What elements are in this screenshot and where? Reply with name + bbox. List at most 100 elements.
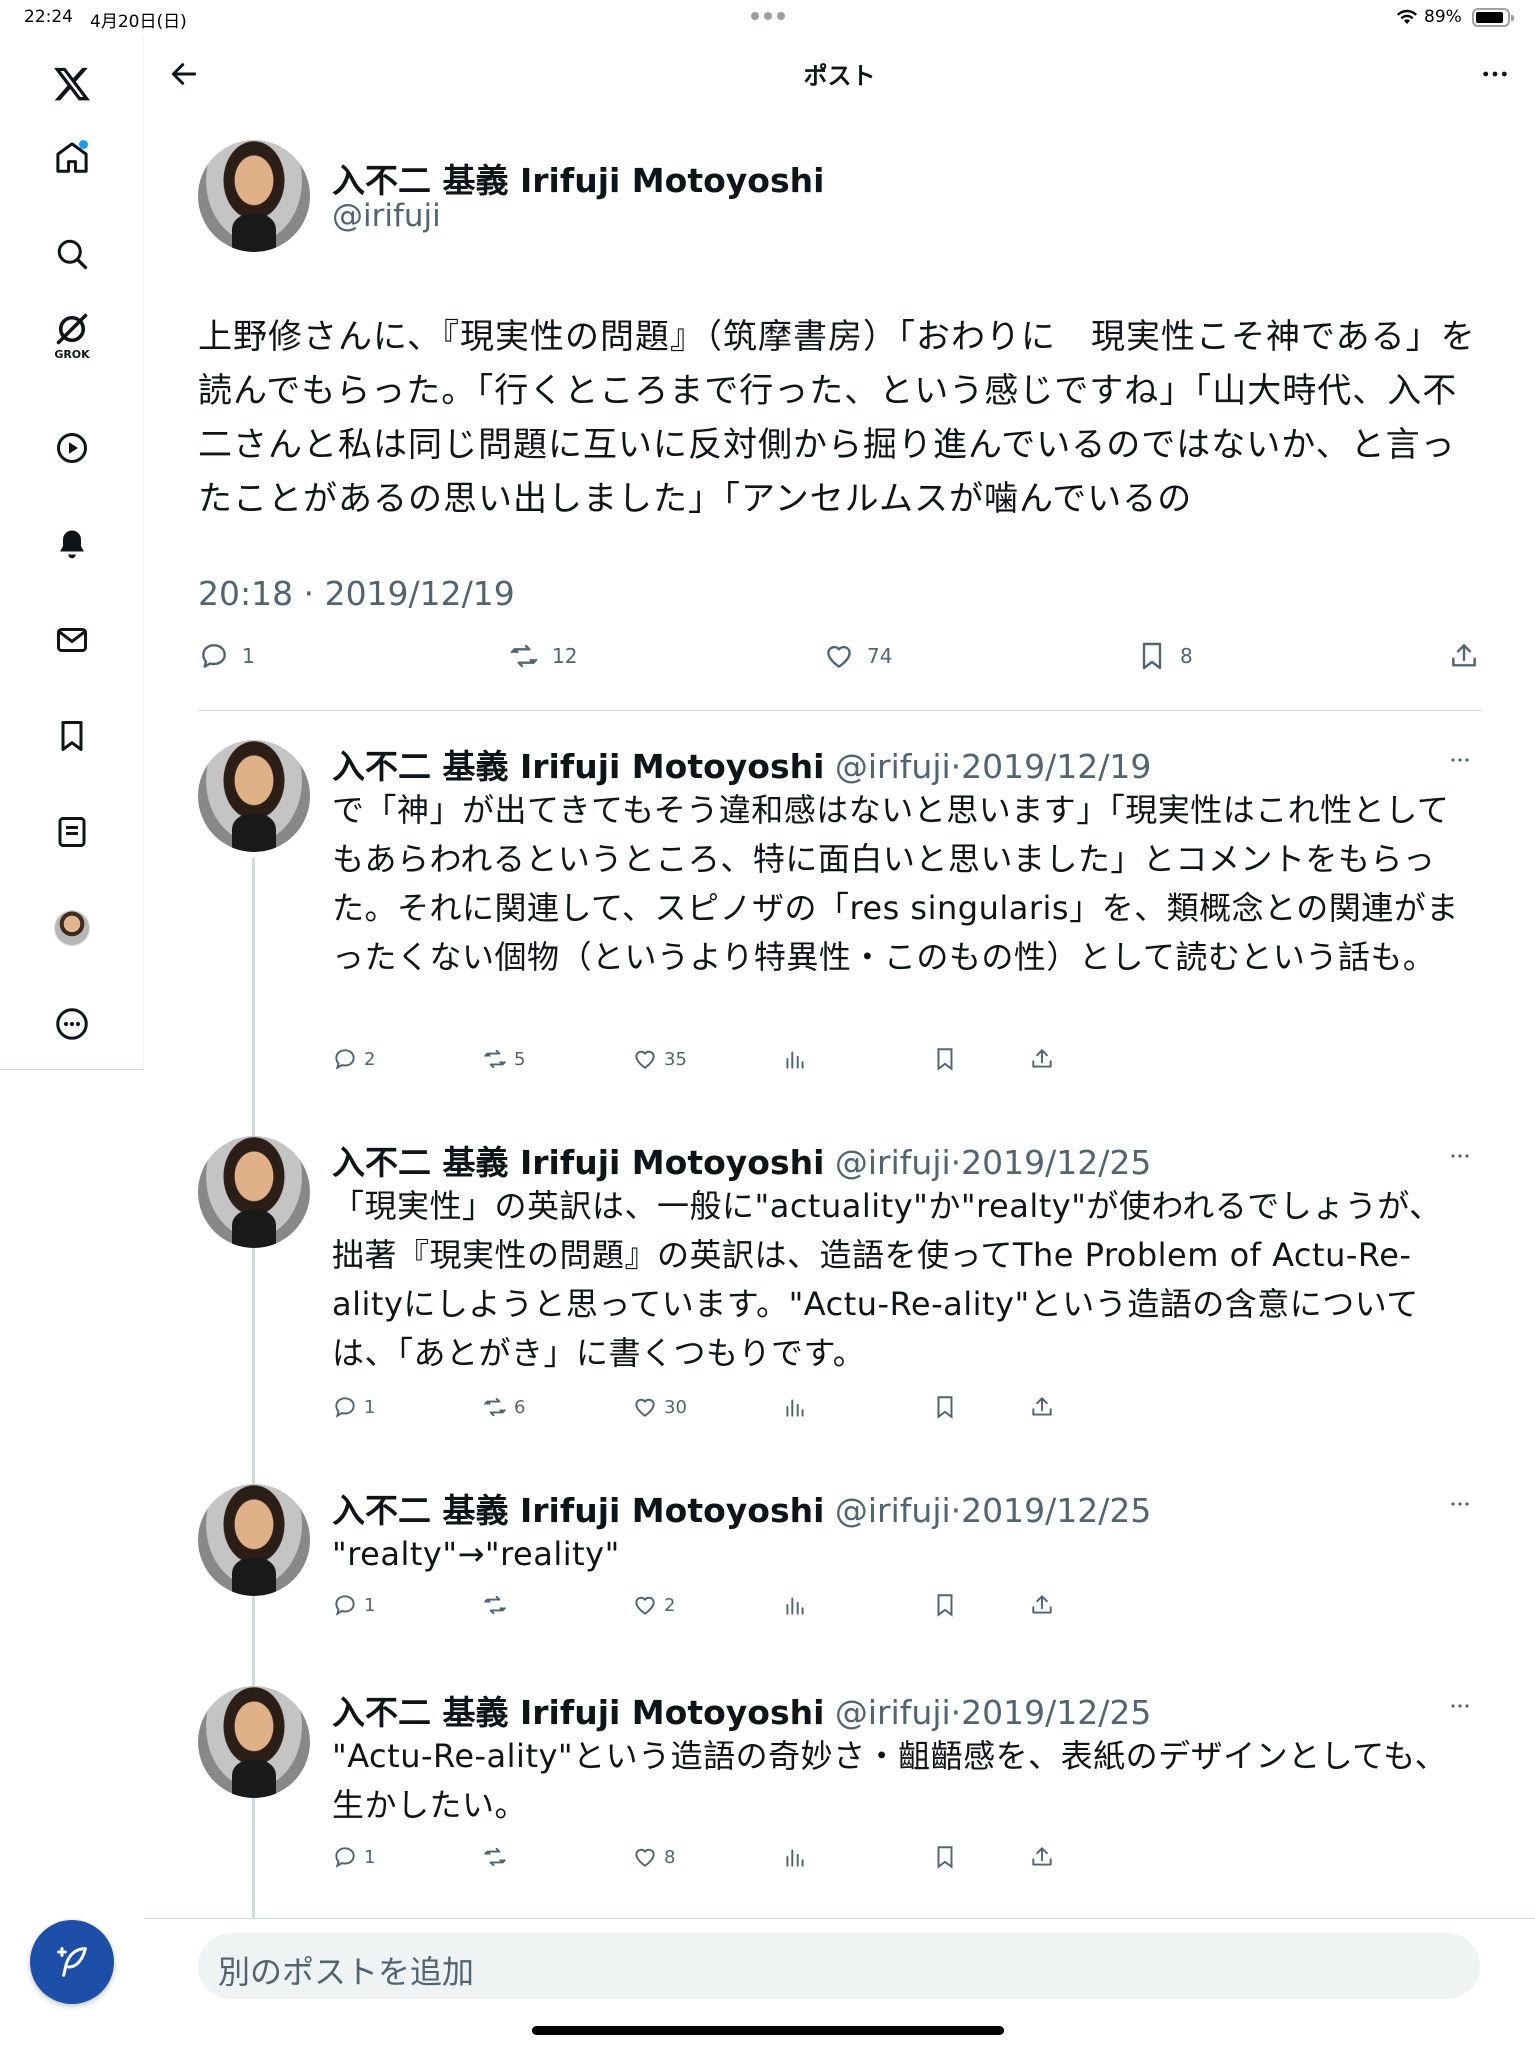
sidebar: GROK <box>0 36 144 1070</box>
more-options-circle-icon[interactable] <box>44 996 100 1052</box>
share-button[interactable] <box>1029 1394 1055 1420</box>
more-horizontal-icon[interactable] <box>1442 1486 1478 1522</box>
like-count: 8 <box>664 1846 676 1868</box>
messages-mail-icon[interactable] <box>44 612 100 668</box>
reply-post[interactable]: 入不二 基義 Irifuji Motoyoshi @irifuji·2019/1… <box>198 1484 1488 1634</box>
repost-button[interactable]: 6 <box>482 1394 525 1420</box>
reply-count: 2 <box>364 1048 376 1070</box>
bookmark-icon <box>1142 642 1162 670</box>
share-icon <box>1032 1847 1052 1866</box>
views-button[interactable] <box>782 1592 808 1618</box>
battery-icon <box>1472 8 1514 27</box>
author-name[interactable]: 入不二 基義 Irifuji Motoyoshi <box>332 1143 824 1182</box>
like-button[interactable]: 74 <box>823 640 892 672</box>
post-timestamp[interactable]: 20:18 · 2019/12/19 <box>198 574 515 613</box>
search-icon[interactable] <box>44 226 100 282</box>
reply-post[interactable]: 入不二 基義 Irifuji Motoyoshi @irifuji·2019/1… <box>198 1136 1488 1436</box>
reply-button[interactable]: 1 <box>332 1844 375 1870</box>
more-horizontal-icon[interactable] <box>1442 1688 1478 1724</box>
reply-count: 1 <box>364 1594 376 1616</box>
avatar[interactable] <box>198 140 310 252</box>
separator: · <box>950 747 962 786</box>
status-date: 4月20日(日) <box>90 12 187 32</box>
views-button[interactable] <box>782 1844 808 1870</box>
reply-button[interactable]: 1 <box>332 1592 375 1618</box>
bookmark-button[interactable] <box>932 1592 958 1618</box>
share-button[interactable] <box>1029 1046 1055 1072</box>
author-handle[interactable]: @irifuji <box>835 1491 951 1530</box>
views-bar-chart-icon <box>786 1597 804 1615</box>
reply-post[interactable]: 入不二 基義 Irifuji Motoyoshi @irifuji·2019/1… <box>198 740 1488 1080</box>
bookmarks-icon[interactable] <box>44 708 100 764</box>
avatar[interactable] <box>198 1484 310 1596</box>
author-name[interactable]: 入不二 基義 Irifuji Motoyoshi <box>332 1491 824 1530</box>
home-icon[interactable] <box>44 130 100 186</box>
separator: · <box>950 1491 962 1530</box>
avatar[interactable] <box>198 1686 310 1798</box>
repost-button[interactable]: 12 <box>508 640 577 672</box>
separator: · <box>950 1143 962 1182</box>
repost-button[interactable] <box>482 1844 514 1870</box>
grok-label: GROK <box>54 348 90 361</box>
like-button[interactable]: 2 <box>632 1592 675 1618</box>
author-handle[interactable]: @irifuji <box>332 198 441 234</box>
add-post-input[interactable]: 別のポストを追加 <box>198 1933 1480 1999</box>
views-button[interactable] <box>782 1394 808 1420</box>
more-horizontal-icon[interactable] <box>1475 54 1515 94</box>
more-horizontal-icon[interactable] <box>1442 742 1478 778</box>
grok-icon[interactable]: GROK <box>44 308 100 364</box>
multitasking-dots-icon[interactable] <box>751 12 785 22</box>
author-name[interactable]: 入不二 基義 Irifuji Motoyoshi <box>332 154 824 202</box>
bookmark-button[interactable] <box>932 1046 958 1072</box>
reply-button[interactable]: 1 <box>332 1394 375 1420</box>
author-handle[interactable]: @irifuji <box>835 747 951 786</box>
share-button[interactable] <box>1029 1844 1055 1870</box>
share-button[interactable] <box>1029 1592 1055 1618</box>
video-play-icon[interactable] <box>44 420 100 476</box>
reply-text: 「現実性」の英訳は、一般に"actuality"か"realty"が使われるでし… <box>332 1187 1442 1372</box>
post-date[interactable]: 2019/12/25 <box>961 1693 1151 1732</box>
author-name[interactable]: 入不二 基義 Irifuji Motoyoshi <box>332 747 824 786</box>
reply-post[interactable]: 入不二 基義 Irifuji Motoyoshi @irifuji·2019/1… <box>198 1686 1488 1886</box>
post-date[interactable]: 2019/12/25 <box>961 1491 1151 1530</box>
avatar[interactable] <box>198 740 310 852</box>
repost-button[interactable]: 5 <box>482 1046 525 1072</box>
profile-avatar-icon[interactable] <box>44 900 100 956</box>
reply-count: 1 <box>364 1846 376 1868</box>
like-button[interactable]: 30 <box>632 1394 687 1420</box>
post-date[interactable]: 2019/12/25 <box>961 1143 1151 1182</box>
reply-icon <box>335 1397 355 1418</box>
reply-count: 1 <box>242 644 255 668</box>
bookmark-button[interactable]: 8 <box>1136 640 1193 672</box>
post-text: 上野修さんに、『現実性の問題』（筑摩書房）「おわりに 現実性こそ神である」を読ん… <box>198 317 1476 519</box>
avatar[interactable] <box>198 1136 310 1248</box>
views-button[interactable] <box>782 1046 808 1072</box>
share-button[interactable] <box>1448 640 1480 672</box>
heart-icon <box>635 1848 655 1867</box>
author-handle[interactable]: @irifuji <box>835 1693 951 1732</box>
compose-post-button[interactable] <box>30 1920 114 2004</box>
separator: · <box>950 1693 962 1732</box>
x-logo-icon[interactable] <box>44 56 100 112</box>
like-count: 2 <box>664 1594 676 1616</box>
repost-button[interactable] <box>482 1592 514 1618</box>
bookmark-button[interactable] <box>932 1844 958 1870</box>
like-button[interactable]: 35 <box>632 1046 687 1072</box>
more-horizontal-icon[interactable] <box>1442 1138 1478 1174</box>
reply-text: で「神」が出てきてもそう違和感はないと思います」「現実性はこれ性としてもあらわれ… <box>332 791 1459 976</box>
reply-text: "realty"→"reality" <box>332 1535 620 1573</box>
author-name[interactable]: 入不二 基義 Irifuji Motoyoshi <box>332 1693 824 1732</box>
reply-button[interactable]: 2 <box>332 1046 375 1072</box>
author-handle[interactable]: @irifuji <box>835 1143 951 1182</box>
post-date[interactable]: 2019/12/19 <box>961 747 1151 786</box>
bookmark-button[interactable] <box>932 1394 958 1420</box>
views-bar-chart-icon <box>786 1051 804 1069</box>
lists-icon[interactable] <box>44 804 100 860</box>
reply-header: 入不二 基義 Irifuji Motoyoshi @irifuji·2019/1… <box>332 1686 1151 1734</box>
notifications-bell-icon[interactable] <box>44 516 100 572</box>
like-button[interactable]: 8 <box>632 1844 675 1870</box>
bookmark-icon <box>937 1048 953 1071</box>
home-indicator[interactable] <box>532 2026 1004 2035</box>
reply-button[interactable]: 1 <box>198 640 255 672</box>
status-bar: 22:24 4月20日(日) 89% <box>0 0 1535 36</box>
